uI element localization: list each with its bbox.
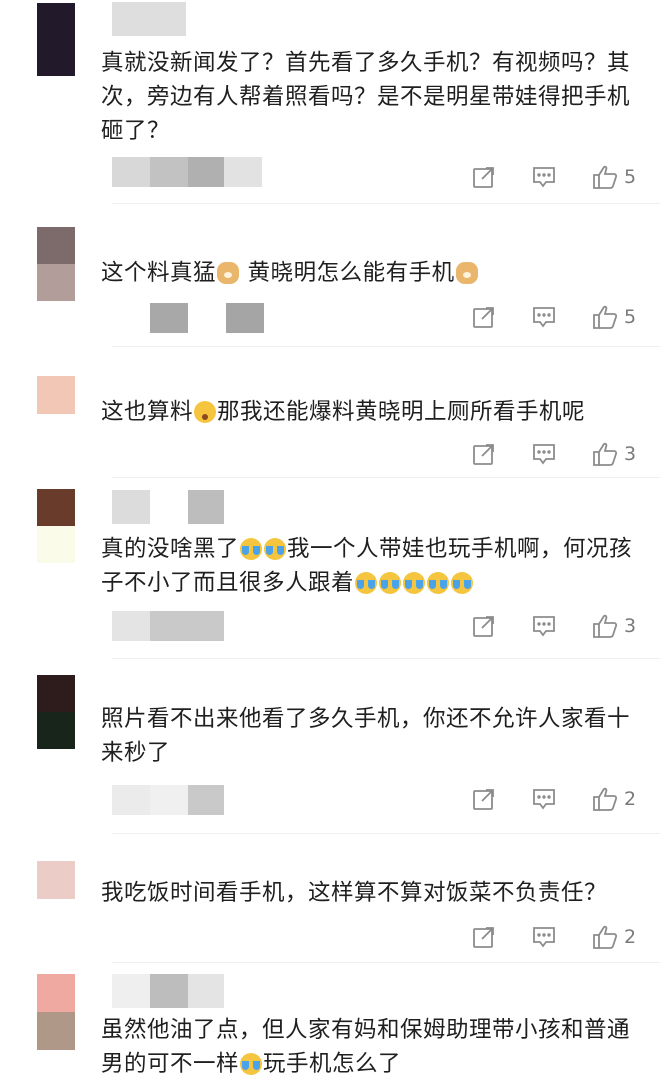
thumbs-up-icon: [593, 165, 618, 189]
comment-text-a: 真的没啥黑了: [101, 536, 240, 562]
comment-meta-blurred: [112, 611, 224, 641]
comment-meta-blurred: [112, 303, 264, 333]
like-button[interactable]: 2: [592, 784, 636, 814]
thumbs-up-icon: [593, 305, 618, 329]
comment-item: 照片看不出来他看了多久手机，你还不允许人家看十来秒了 2: [0, 664, 660, 840]
thumbs-up-icon: [593, 614, 618, 638]
reply-button[interactable]: [532, 302, 556, 332]
share-icon: [473, 616, 494, 637]
comment-text-a: 这个料真猛: [101, 260, 217, 286]
comment-text-b: 那我还能爆料黄晓明上厕所看手机呢: [217, 399, 586, 425]
thumbs-up-icon: [593, 925, 618, 949]
comment-icon: [533, 616, 555, 637]
username-blurred[interactable]: [112, 974, 224, 1008]
comment-text: 这也算料 那我还能爆料黄晓明上厕所看手机呢: [101, 395, 646, 429]
thinking-emoji-icon: [194, 401, 217, 423]
crying-emoji-icon: [355, 572, 378, 594]
comment-item: 真就没新闻发了？首先看了多久手机？有视频吗？其次，旁边有人帮着照看吗？是不是明星…: [0, 0, 660, 210]
like-button[interactable]: 2: [592, 922, 636, 952]
like-count: 3: [624, 443, 637, 465]
divider: [112, 203, 660, 204]
divider: [112, 658, 660, 659]
comment-actions: 3: [470, 611, 650, 641]
comment-actions: 3: [470, 439, 650, 469]
crying-emoji-icon: [240, 1053, 263, 1075]
comment-text: 我吃饭时间看手机，这样算不算对饭菜不负责任？: [101, 880, 608, 906]
username-blurred[interactable]: [112, 490, 224, 524]
comment-icon: [533, 444, 555, 465]
username-blurred[interactable]: [112, 2, 186, 36]
crying-emoji-icon: [240, 538, 263, 560]
comment-item: 虽然他油了点，但人家有妈和保姆助理带小孩和普通男的可不一样 玩手机怎么了: [0, 968, 660, 1086]
comment-text: 虽然他油了点，但人家有妈和保姆助理带小孩和普通男的可不一样 玩手机怎么了: [101, 1013, 646, 1081]
like-count: 3: [624, 615, 637, 637]
comment-actions: 5: [470, 302, 650, 332]
reply-button[interactable]: [532, 611, 556, 641]
share-icon: [473, 789, 494, 810]
comment-icon: [533, 307, 555, 328]
comment-text-a: 这也算料: [101, 399, 194, 425]
avatar[interactable]: [37, 861, 75, 899]
comment-item: 这个料真猛 黄晓明怎么能有手机 5: [0, 210, 660, 350]
comment-item: 这也算料 那我还能爆料黄晓明上厕所看手机呢 3: [0, 350, 660, 480]
comment-icon: [533, 927, 555, 948]
avatar[interactable]: [37, 3, 75, 76]
avatar[interactable]: [37, 974, 75, 1050]
reply-button[interactable]: [532, 162, 556, 192]
comment-actions: 5: [470, 162, 650, 192]
comment-actions: 2: [470, 922, 650, 952]
like-button[interactable]: 3: [592, 611, 636, 641]
share-button[interactable]: [472, 302, 496, 332]
share-button[interactable]: [472, 439, 496, 469]
avatar[interactable]: [37, 376, 75, 414]
crying-emoji-icon: [451, 572, 474, 594]
comment-item: 真的没啥黑了 我一个人带娃也玩手机啊，何况孩子不小了而且很多人跟着 3: [0, 480, 660, 664]
like-button[interactable]: 3: [592, 439, 636, 469]
dog-emoji-icon: [455, 262, 478, 284]
share-button[interactable]: [472, 784, 496, 814]
comment-text: 真就没新闻发了？首先看了多久手机？有视频吗？其次，旁边有人帮着照看吗？是不是明星…: [101, 50, 631, 144]
reply-button[interactable]: [532, 439, 556, 469]
like-button[interactable]: 5: [592, 162, 636, 192]
like-count: 5: [624, 166, 637, 188]
comment-meta-blurred: [112, 157, 262, 187]
share-button[interactable]: [472, 922, 496, 952]
comment-actions: 2: [470, 784, 650, 814]
dog-emoji-icon: [217, 262, 240, 284]
share-icon: [473, 927, 494, 948]
comment-text: 真的没啥黑了 我一个人带娃也玩手机啊，何况孩子不小了而且很多人跟着: [101, 532, 646, 600]
share-icon: [473, 444, 494, 465]
divider: [112, 346, 660, 347]
thumbs-up-icon: [593, 787, 618, 811]
comment-text: 这个料真猛 黄晓明怎么能有手机: [101, 256, 646, 290]
comment-text-b: 玩手机怎么了: [263, 1051, 402, 1077]
reply-button[interactable]: [532, 784, 556, 814]
share-icon: [473, 307, 494, 328]
crying-emoji-icon: [264, 538, 287, 560]
share-button[interactable]: [472, 611, 496, 641]
like-count: 2: [624, 788, 637, 810]
like-count: 5: [624, 306, 637, 328]
crying-emoji-icon: [379, 572, 402, 594]
like-button[interactable]: 5: [592, 302, 636, 332]
comment-text-b: 黄晓明怎么能有手机: [247, 260, 455, 286]
divider: [112, 477, 660, 478]
share-icon: [473, 167, 494, 188]
reply-button[interactable]: [532, 922, 556, 952]
divider: [112, 962, 660, 963]
comment-meta-blurred: [112, 785, 224, 815]
like-count: 2: [624, 926, 637, 948]
comment-item: 我吃饭时间看手机，这样算不算对饭菜不负责任？ 2: [0, 840, 660, 968]
thumbs-up-icon: [593, 442, 618, 466]
divider: [112, 833, 660, 834]
share-button[interactable]: [472, 162, 496, 192]
avatar[interactable]: [37, 489, 75, 563]
crying-emoji-icon: [427, 572, 450, 594]
comment-text: 照片看不出来他看了多久手机，你还不允许人家看十来秒了: [101, 706, 631, 766]
avatar[interactable]: [37, 675, 75, 749]
avatar[interactable]: [37, 227, 75, 301]
comment-icon: [533, 167, 555, 188]
comment-icon: [533, 789, 555, 810]
crying-emoji-icon: [403, 572, 426, 594]
